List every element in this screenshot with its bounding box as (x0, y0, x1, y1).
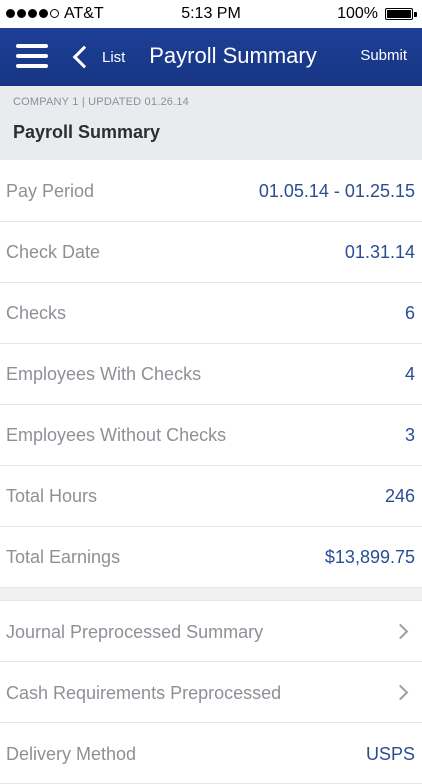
battery-nub (414, 12, 417, 17)
summary-row-total-earnings: Total Earnings $13,899.75 (0, 527, 422, 588)
chevron-right-icon (392, 684, 409, 701)
row-value: 6 (404, 303, 415, 323)
menu-icon[interactable] (16, 43, 48, 69)
navigation-bar: List Payroll Summary Submit (0, 28, 422, 86)
summary-row-pay-period: Pay Period 01.05.14 - 01.25.15 (0, 161, 422, 222)
row-label: Employees Without Checks (6, 425, 227, 445)
row-label: Cash Requirements Preprocessed (6, 683, 282, 703)
report-row-cash-requirements-preprocessed[interactable]: Cash Requirements Preprocessed (0, 662, 422, 723)
row-label: Total Earnings (6, 547, 121, 567)
back-chevron-icon (72, 45, 96, 69)
battery-icon (385, 8, 413, 20)
submit-button[interactable]: Submit (360, 47, 407, 64)
company-update-line: COMPANY 1 | UPDATED 01.26.14 (13, 96, 189, 108)
payroll-summary-list: Pay Period 01.05.14 - 01.25.15 Check Dat… (0, 161, 422, 784)
row-label: Check Date (6, 242, 101, 262)
section-title: Payroll Summary (13, 122, 161, 142)
summary-header: COMPANY 1 | UPDATED 01.26.14 Payroll Sum… (0, 86, 422, 160)
row-value: 4 (404, 364, 415, 384)
row-label: Checks (6, 303, 67, 323)
row-label: Delivery Method (6, 744, 137, 764)
battery-percentage: 100% (337, 5, 378, 22)
summary-row-employees-with-checks: Employees With Checks 4 (0, 344, 422, 405)
row-value: 01.05.14 - 01.25.15 (258, 181, 415, 201)
page-title: Payroll Summary (149, 43, 317, 68)
summary-row-checks: Checks 6 (0, 283, 422, 344)
row-value: 246 (384, 486, 415, 506)
row-value: $13,899.75 (324, 547, 415, 567)
section-divider (0, 588, 422, 601)
row-label: Total Hours (6, 486, 98, 506)
row-label: Journal Preprocessed Summary (6, 622, 264, 642)
summary-row-check-date: Check Date 01.31.14 (0, 222, 422, 283)
chevron-right-icon (392, 623, 409, 640)
row-value: USPS (365, 744, 415, 764)
report-row-delivery-method[interactable]: Delivery Method USPS (0, 723, 422, 784)
row-value: 01.31.14 (344, 242, 415, 262)
report-row-journal-preprocessed-summary[interactable]: Journal Preprocessed Summary (0, 601, 422, 662)
summary-row-total-hours: Total Hours 246 (0, 466, 422, 527)
row-value: 3 (404, 425, 415, 445)
reports-list: Journal Preprocessed Summary Cash Requir… (0, 601, 422, 784)
row-label: Pay Period (6, 181, 95, 201)
summary-row-employees-without-checks: Employees Without Checks 3 (0, 405, 422, 466)
row-label: Employees With Checks (6, 364, 202, 384)
status-bar: AT&T 5:13 PM 100% (0, 0, 422, 28)
